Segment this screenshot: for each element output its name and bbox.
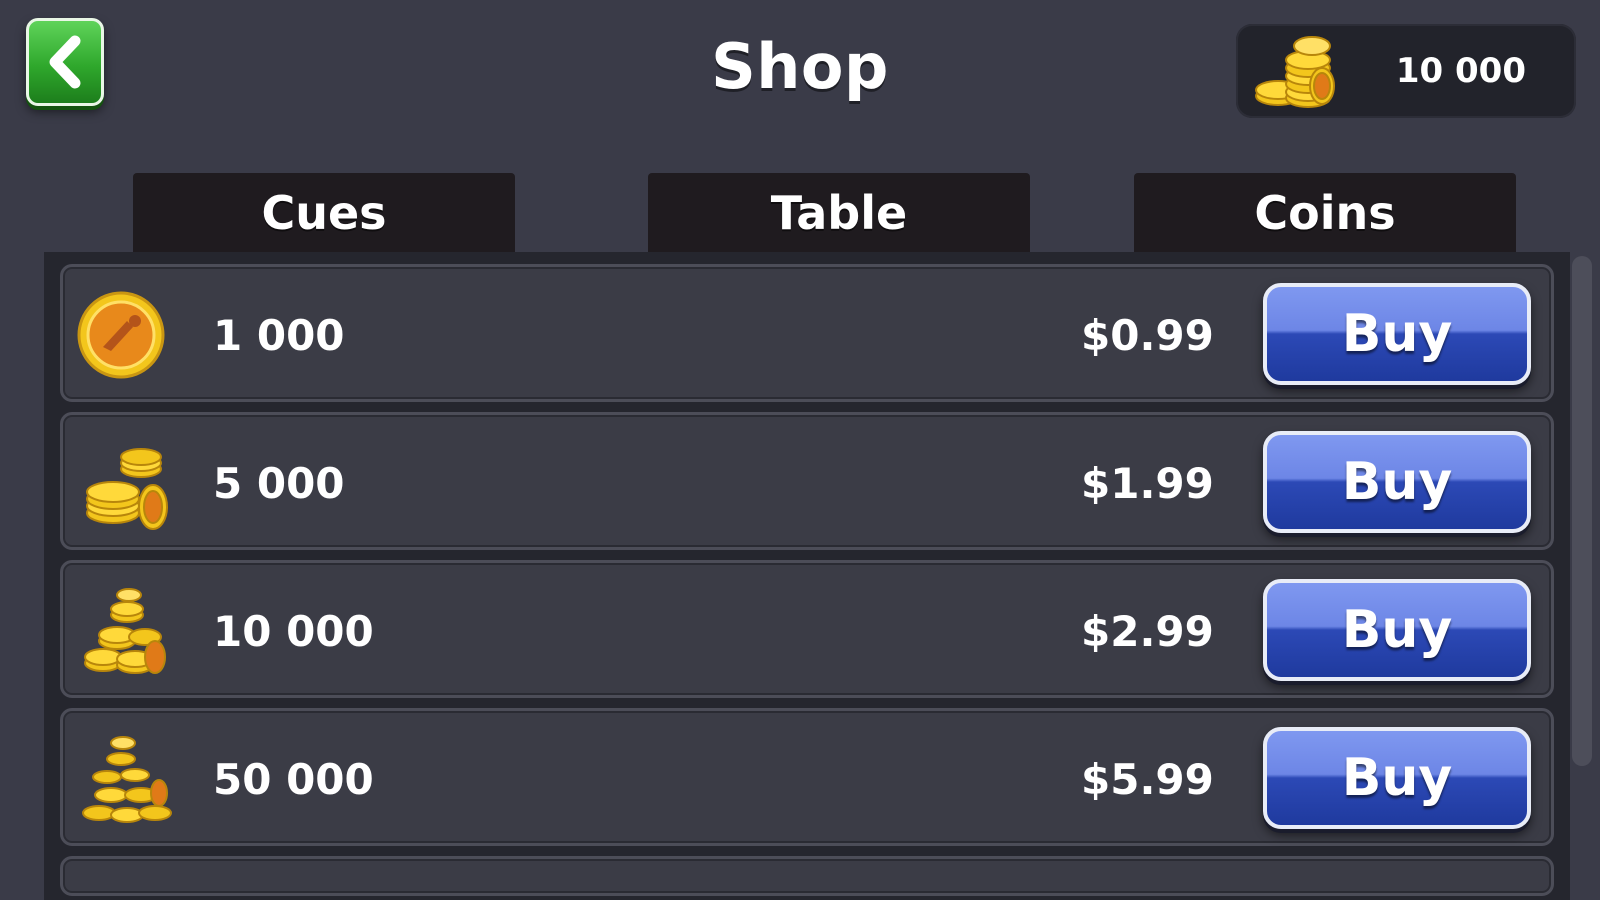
list-item: 5 000 $1.99 Buy [60, 412, 1554, 550]
buy-button[interactable]: Buy [1263, 579, 1531, 681]
product-price: $1.99 [1081, 459, 1214, 508]
product-price: $5.99 [1081, 755, 1214, 804]
product-amount: 50 000 [213, 755, 374, 804]
list-item: 10 000 $2.99 Buy [60, 560, 1554, 698]
buy-button[interactable]: Buy [1263, 283, 1531, 385]
list-item: 50 000 $5.99 Buy [60, 708, 1554, 846]
coin-heap-icon [82, 736, 172, 823]
list-item: 1 000 $0.99 Buy [60, 264, 1554, 402]
list-item [60, 856, 1554, 896]
coin-balance-amount: 10 000 [1395, 51, 1526, 91]
product-price: $0.99 [1081, 311, 1214, 360]
coin-stack-icon [1255, 36, 1335, 108]
product-price: $2.99 [1081, 607, 1214, 656]
coin-stack-small-icon [86, 448, 168, 530]
coin-balance: 10 000 [1236, 24, 1576, 118]
tab-coins[interactable]: Coins [1134, 173, 1516, 253]
product-list: 1 000 $0.99 Buy 5 000 $1.99 Buy 10 000 $… [44, 252, 1570, 900]
scrollbar[interactable] [1572, 256, 1592, 766]
coin-pile-icon [84, 588, 166, 674]
tab-table[interactable]: Table [648, 173, 1030, 253]
shop-screen: Shop 10 000 Cues Table Coins 1 000 $0.99… [0, 0, 1600, 900]
single-coin-icon [77, 291, 165, 379]
product-amount: 10 000 [213, 607, 374, 656]
product-amount: 5 000 [213, 459, 345, 508]
buy-button[interactable]: Buy [1263, 727, 1531, 829]
buy-button[interactable]: Buy [1263, 431, 1531, 533]
tab-cues[interactable]: Cues [133, 173, 515, 253]
product-amount: 1 000 [213, 311, 345, 360]
